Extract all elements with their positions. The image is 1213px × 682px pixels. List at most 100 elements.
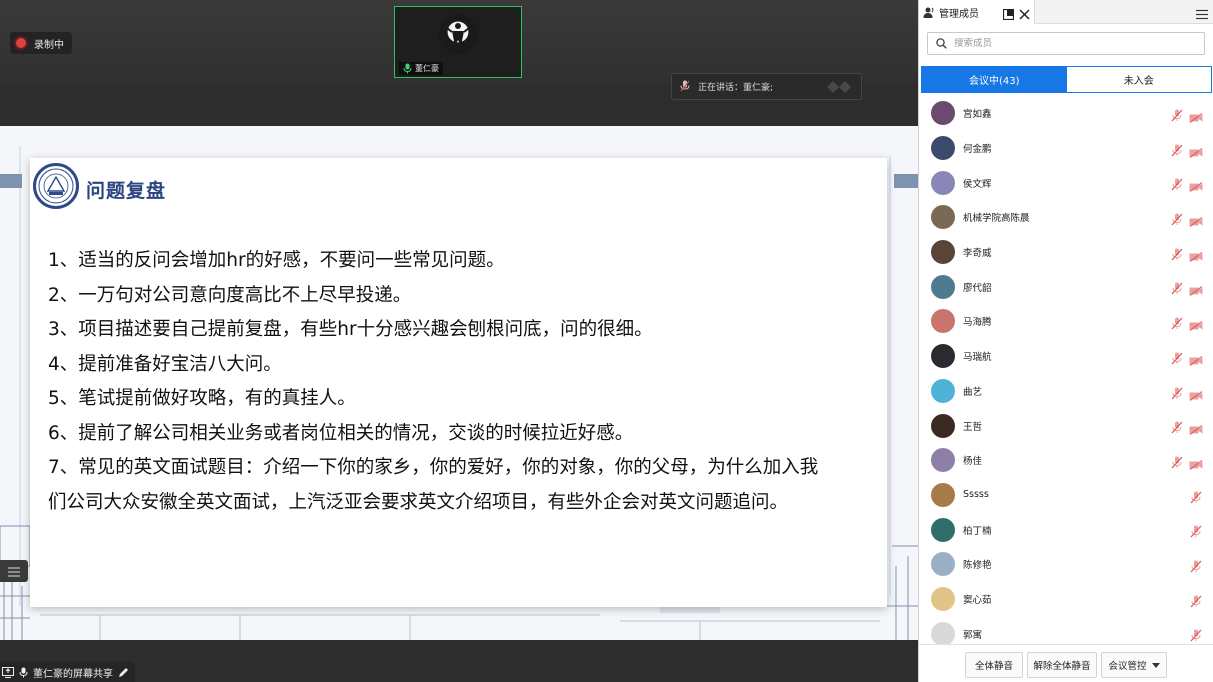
member-name: 郭寓: [963, 629, 983, 641]
participant-video-tile[interactable]: 董仁豪: [394, 6, 522, 78]
member-row[interactable]: 柏丁楠: [919, 512, 1213, 547]
member-row[interactable]: 马瑞航: [919, 339, 1213, 374]
camera-off-icon[interactable]: [1189, 316, 1203, 335]
camera-off-icon[interactable]: [1189, 386, 1203, 405]
camera-off-icon[interactable]: [1189, 420, 1203, 439]
member-avatar: [931, 240, 955, 265]
member-avatar: [931, 517, 955, 542]
member-name: 宫如鑫: [963, 109, 992, 121]
recording-badge[interactable]: 录制中: [10, 32, 72, 54]
camera-off-icon[interactable]: [1189, 212, 1203, 231]
member-name: Sssss: [963, 489, 989, 501]
member-row[interactable]: 宫如鑫: [919, 96, 1213, 131]
member-row[interactable]: 郭寓: [919, 616, 1213, 644]
camera-off-icon[interactable]: [1189, 177, 1203, 196]
muted-mic-icon[interactable]: [1171, 315, 1183, 334]
member-row[interactable]: 陈修艳: [919, 547, 1213, 582]
circuit-decoration-bottom: [40, 607, 880, 640]
slide: 问题复盘 1、适当的反问会增加hr的好感，不要问一些常见问题。 2、一万句对公司…: [30, 158, 887, 607]
search-input[interactable]: [954, 38, 1184, 49]
member-name: 李奇威: [963, 248, 992, 260]
member-avatar: [931, 621, 955, 644]
camera-off-icon[interactable]: [1189, 247, 1203, 266]
member-row[interactable]: 机械学院高陈晨: [919, 200, 1213, 235]
muted-mic-icon[interactable]: [1171, 419, 1183, 438]
muted-mic-icon[interactable]: [1190, 489, 1202, 508]
popout-icon[interactable]: [1002, 5, 1015, 24]
muted-mic-icon[interactable]: [1171, 385, 1183, 404]
member-row[interactable]: 马海腾: [919, 304, 1213, 339]
unmute-all-button[interactable]: 解除全体静音: [1027, 652, 1097, 678]
top-bar: 录制中 董仁豪: [0, 0, 918, 84]
muted-mic-icon[interactable]: [1171, 176, 1183, 195]
member-name: 王哲: [963, 421, 983, 433]
member-row[interactable]: 窦心茹: [919, 582, 1213, 617]
muted-mic-icon[interactable]: [1171, 107, 1183, 126]
member-name: 柏丁楠: [963, 525, 992, 537]
panel-tab-bar: 管理成员: [919, 0, 1213, 24]
member-row[interactable]: 杨佳: [919, 443, 1213, 478]
member-avatar: [931, 205, 955, 230]
mute-all-button[interactable]: 全体静音: [965, 652, 1023, 678]
muted-mic-icon[interactable]: [1171, 454, 1183, 473]
muted-mic-icon[interactable]: [1171, 350, 1183, 369]
member-row[interactable]: 廖代韶: [919, 269, 1213, 304]
tab-in-meeting[interactable]: 会议中(43): [922, 67, 1067, 92]
speaker-mic-icon: [680, 77, 690, 96]
member-row[interactable]: 李奇威: [919, 235, 1213, 270]
speaking-indicator: 正在讲话：董仁豪;: [671, 73, 862, 100]
member-avatar: [931, 344, 955, 369]
slide-point: 4、提前准备好宝洁八大问。: [48, 353, 282, 375]
muted-mic-icon[interactable]: [1171, 246, 1183, 265]
muted-mic-icon[interactable]: [1171, 211, 1183, 230]
close-icon[interactable]: [1019, 5, 1030, 24]
muted-mic-icon[interactable]: [1190, 558, 1202, 577]
member-avatar: [931, 378, 955, 403]
member-avatar: [931, 170, 955, 195]
hamburger-menu-icon[interactable]: [1196, 5, 1208, 24]
meeting-control-button[interactable]: 会议管控: [1101, 652, 1167, 678]
muted-mic-icon[interactable]: [1190, 523, 1202, 542]
screen-share-bar[interactable]: 董仁豪的屏幕共享: [0, 662, 135, 682]
muted-mic-icon[interactable]: [1171, 142, 1183, 161]
member-name: 何金鹏: [963, 144, 992, 156]
members-icon: [923, 3, 935, 22]
member-row[interactable]: 侯文辉: [919, 165, 1213, 200]
muted-mic-icon[interactable]: [1190, 593, 1202, 612]
tab-not-joined[interactable]: 未入会: [1066, 67, 1211, 92]
camera-off-icon[interactable]: [1189, 108, 1203, 127]
side-panel-toggle[interactable]: [0, 560, 28, 582]
member-name: 马海腾: [963, 317, 992, 329]
camera-off-icon[interactable]: [1189, 143, 1203, 162]
member-row[interactable]: 王哲: [919, 408, 1213, 443]
slide-point: 们公司大众安徽全英文面试，上汽泛亚会要求英文介绍项目，有些外企会对英文问题追问。: [48, 491, 789, 513]
participant-avatar: [438, 14, 478, 54]
pencil-icon[interactable]: [118, 663, 129, 682]
slide-title: 问题复盘: [86, 180, 167, 202]
muted-mic-icon[interactable]: [1171, 280, 1183, 299]
member-name: 杨佳: [963, 456, 983, 468]
circuit-decoration-right: [886, 156, 918, 640]
member-name: 窦心茹: [963, 594, 992, 606]
slide-point: 6、提前了解公司相关业务或者岗位相关的情况，交谈的时候拉近好感。: [48, 422, 634, 444]
member-row[interactable]: Sssss: [919, 478, 1213, 513]
camera-off-icon[interactable]: [1189, 281, 1203, 300]
meeting-control-label: 会议管控: [1108, 661, 1147, 672]
member-row[interactable]: 曲艺: [919, 374, 1213, 409]
muted-mic-icon[interactable]: [1190, 627, 1202, 644]
caret-down-icon: [1151, 660, 1160, 671]
camera-off-icon[interactable]: [1189, 351, 1203, 370]
member-avatar: [931, 413, 955, 438]
camera-off-icon[interactable]: [1189, 455, 1203, 474]
member-row[interactable]: 何金鹏: [919, 131, 1213, 166]
member-name: 曲艺: [963, 386, 983, 398]
tab-manage-members[interactable]: 管理成员: [919, 0, 1035, 24]
speaking-text: 正在讲话：董仁豪;: [698, 83, 774, 93]
panel-footer: 全体静音 解除全体静音 会议管控: [919, 644, 1213, 682]
search-box[interactable]: [927, 32, 1205, 55]
record-dot-icon: [16, 38, 26, 48]
member-management-panel: 管理成员 会议中(43) 未入会 宫如鑫何金鹏侯文辉机械学院高陈晨李奇威廖代韶马…: [918, 0, 1213, 682]
member-status-tabs: 会议中(43) 未入会: [921, 66, 1212, 93]
member-name: 马瑞航: [963, 352, 992, 364]
member-avatar: [931, 101, 955, 126]
